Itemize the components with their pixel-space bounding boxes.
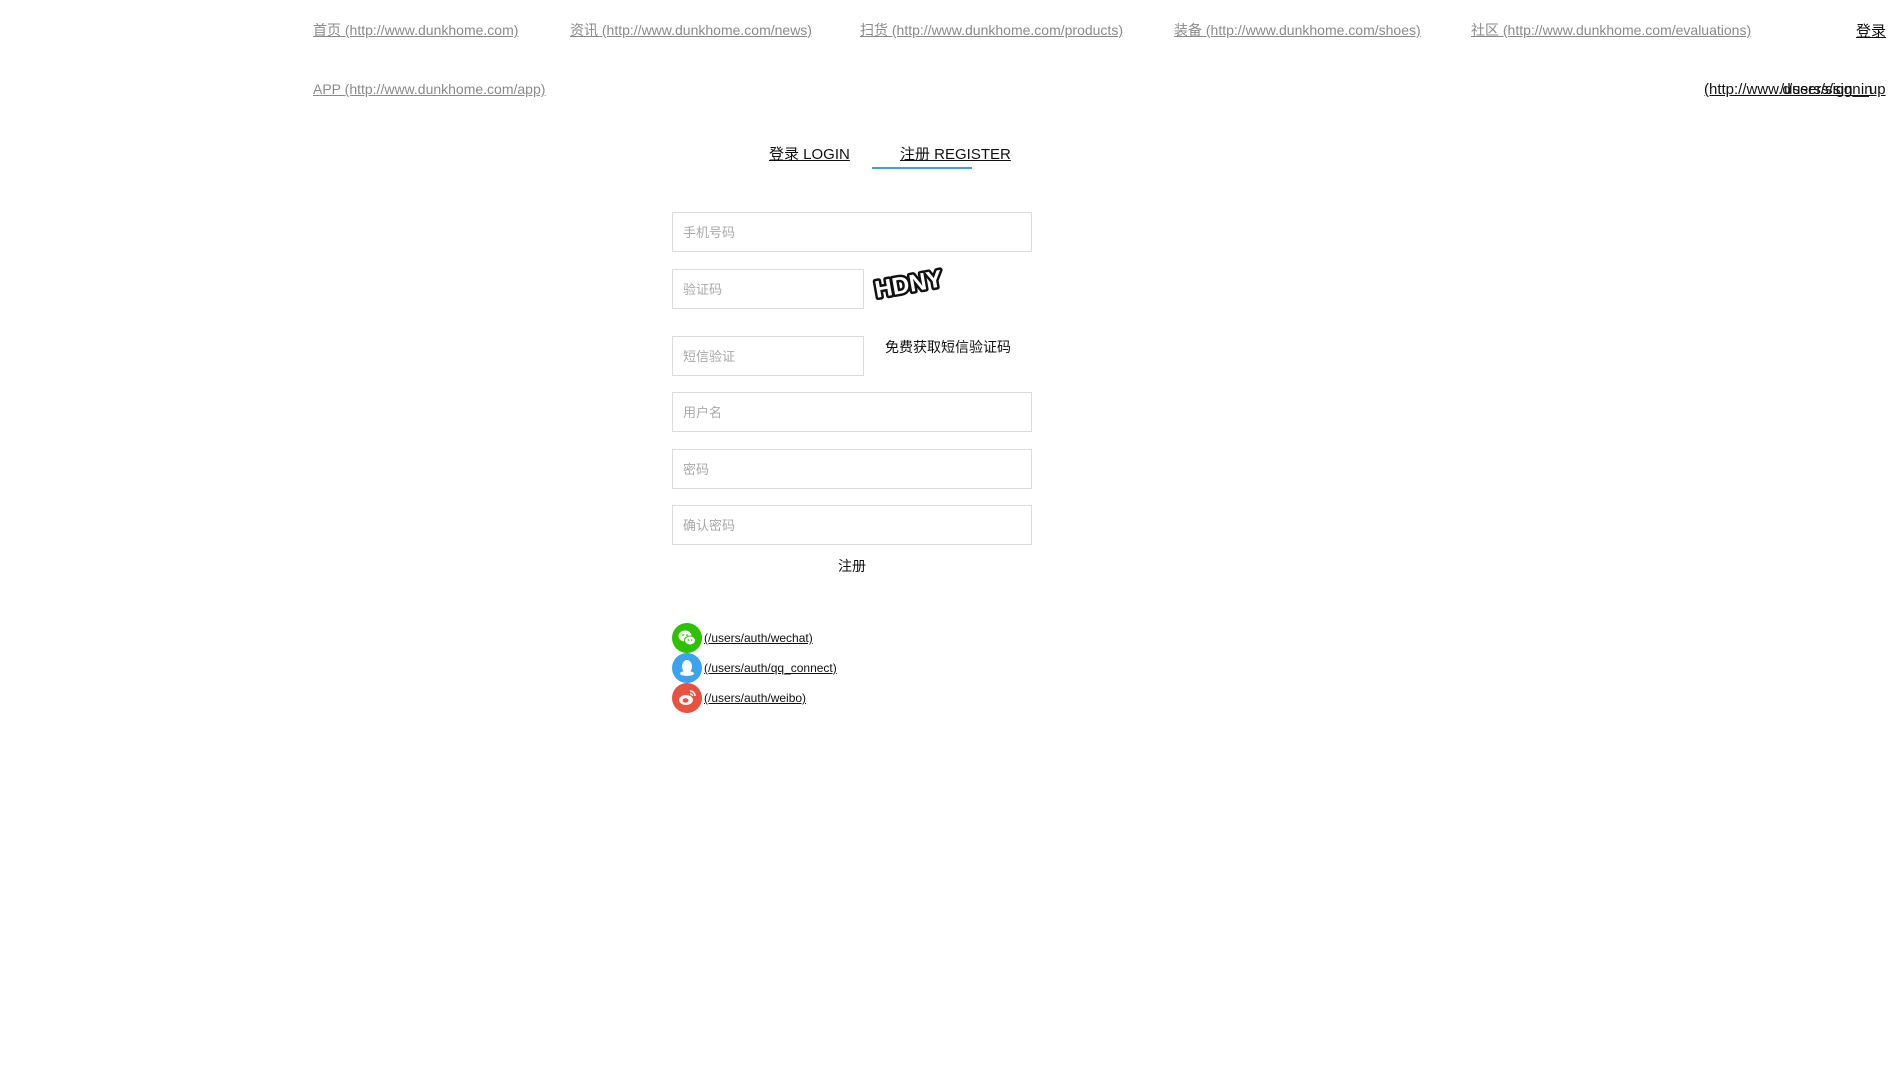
weibo-icon bbox=[672, 683, 702, 713]
nav-link-app[interactable]: APP (http://www.dunkhome.com/app) bbox=[313, 81, 545, 97]
overlap-link-signup[interactable]: /users/sign_up bbox=[1788, 81, 1886, 98]
phone-input[interactable] bbox=[672, 212, 1032, 252]
password-input[interactable] bbox=[672, 449, 1032, 489]
qq-login-link[interactable]: (/users/auth/qq_connect) bbox=[704, 661, 837, 675]
confirm-password-input[interactable] bbox=[672, 505, 1032, 545]
nav-link-shoes[interactable]: 装备 (http://www.dunkhome.com/shoes) bbox=[1174, 20, 1421, 40]
qq-icon bbox=[672, 653, 702, 683]
tab-register[interactable]: 注册 REGISTER bbox=[900, 143, 1011, 164]
tab-active-indicator bbox=[872, 167, 972, 169]
nav-login-link[interactable]: 登录 bbox=[1856, 20, 1886, 41]
nav-link-home[interactable]: 首页 (http://www.dunkhome.com) bbox=[313, 20, 518, 40]
get-sms-code-button[interactable]: 免费获取短信验证码 bbox=[885, 337, 1011, 357]
sms-code-input[interactable] bbox=[672, 336, 864, 376]
nav-link-evaluations[interactable]: 社区 (http://www.dunkhome.com/evaluations) bbox=[1471, 20, 1751, 40]
weibo-login-link[interactable]: (/users/auth/weibo) bbox=[704, 691, 806, 705]
wechat-login-link[interactable]: (/users/auth/wechat) bbox=[704, 631, 813, 645]
overlapping-links: (http://www.d /users/sign_in /users/sign… bbox=[1704, 81, 1895, 101]
nav-link-news[interactable]: 资讯 (http://www.dunkhome.com/news) bbox=[570, 20, 812, 40]
social-login-qq[interactable]: (/users/auth/qq_connect) bbox=[672, 653, 837, 683]
social-login-wechat[interactable]: (/users/auth/wechat) bbox=[672, 623, 813, 653]
captcha-image[interactable]: HDNY bbox=[870, 260, 948, 302]
captcha-text: HDNY bbox=[873, 265, 945, 302]
wechat-icon bbox=[672, 623, 702, 653]
tab-login[interactable]: 登录 LOGIN bbox=[769, 143, 850, 164]
username-input[interactable] bbox=[672, 392, 1032, 432]
nav-link-products[interactable]: 扫货 (http://www.dunkhome.com/products) bbox=[860, 20, 1123, 40]
register-submit-button[interactable]: 注册 bbox=[820, 555, 884, 577]
overlap-link-fragment[interactable]: (http://www.d bbox=[1704, 81, 1791, 98]
captcha-input[interactable] bbox=[672, 269, 864, 309]
social-login-weibo[interactable]: (/users/auth/weibo) bbox=[672, 683, 806, 713]
